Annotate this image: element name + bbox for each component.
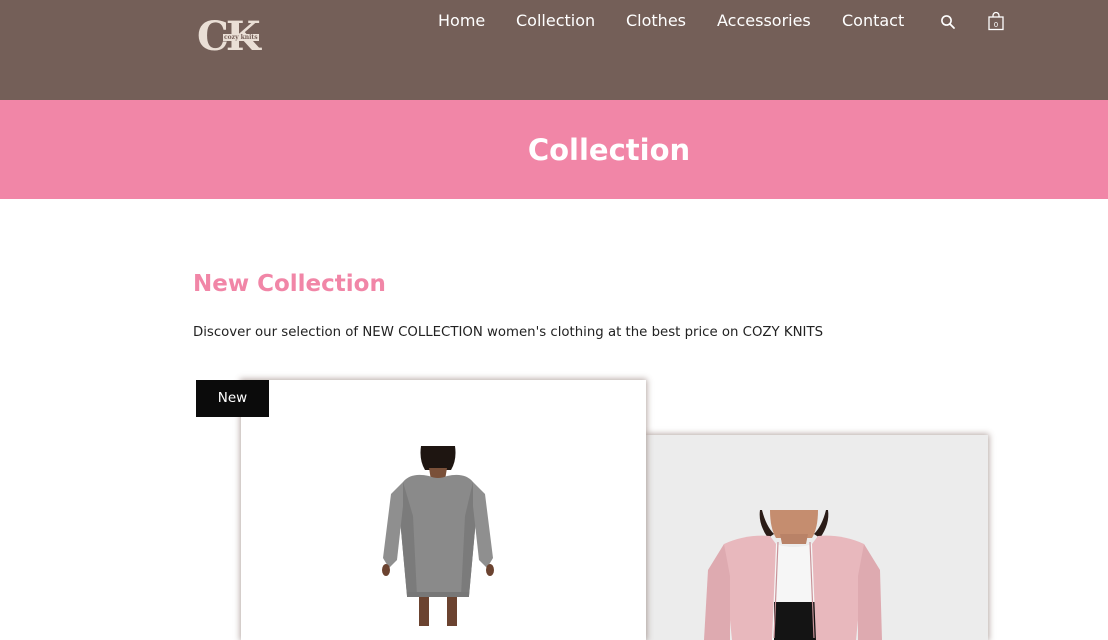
product-card[interactable] [646,435,988,640]
logo-text: cozy knits [223,34,259,41]
page-banner: Collection [0,100,1108,199]
product-card[interactable] [241,380,646,640]
nav-clothes[interactable]: Clothes [626,10,686,32]
product-image-grey-dress[interactable] [373,446,503,626]
section-description: Discover our selection of NEW COLLECTION… [193,325,824,340]
nav-home[interactable]: Home [438,10,485,32]
nav-contact[interactable]: Contact [842,10,904,32]
search-icon[interactable] [940,14,956,30]
product-image-pink-cardigan[interactable] [702,510,882,640]
cart-count: 0 [994,21,998,29]
nav-accessories[interactable]: Accessories [717,10,811,32]
new-badge: New [196,380,269,417]
site-header: CK cozy knits Home Collection Clothes Ac… [0,0,1108,100]
nav-collection[interactable]: Collection [516,10,595,32]
site-logo[interactable]: CK cozy knits [197,14,281,60]
page-title: Collection [527,133,691,167]
section-title: New Collection [193,271,386,297]
shopping-bag-icon[interactable]: 0 [987,11,1005,31]
